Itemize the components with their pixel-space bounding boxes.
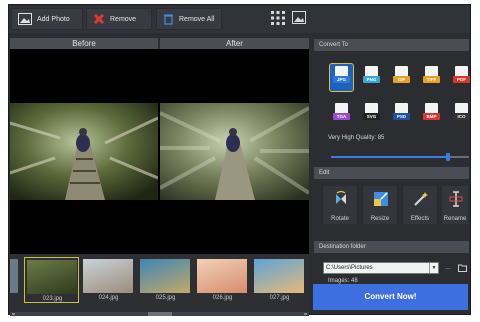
thumbnail-strip: 023.jpg 024.jpg 025.jpg 026.jpg 027.jpg [10, 254, 309, 312]
remove-all-label: Remove All [179, 15, 215, 23]
rename-label: Rename [443, 216, 467, 222]
quality-slider-fill [331, 156, 448, 158]
thumbnail-filename: 024.jpg [98, 295, 119, 301]
format-gif-button[interactable]: GIF [390, 64, 413, 91]
format-psd-button[interactable]: PSD [390, 101, 413, 128]
before-header: Before [10, 38, 158, 49]
format-label: PSD [393, 113, 410, 120]
thumbnail-image [254, 259, 304, 293]
rotate-label: Rotate [331, 216, 349, 222]
format-label: TIFF [423, 76, 440, 83]
grid-view-icon[interactable] [271, 11, 287, 27]
convert-to-header: Convert To [314, 39, 469, 51]
resize-label: Resize [370, 216, 390, 222]
before-photo [10, 103, 158, 200]
thumbnail-image [27, 260, 77, 294]
thumbnail-partial-left[interactable] [10, 259, 18, 293]
browse-button[interactable]: ... [442, 262, 454, 274]
rotate-icon [336, 191, 346, 204]
app-window: Add Photo Remove Remove All Before After [8, 4, 473, 316]
thumbnail-item[interactable]: 023.jpg [24, 257, 79, 303]
format-label: PDF [453, 76, 470, 83]
format-label: TGA [333, 113, 350, 120]
magic-wand-icon [414, 192, 428, 206]
thumbnail-item[interactable]: 026.jpg [195, 257, 250, 303]
format-label: PNG [363, 76, 380, 83]
effects-button[interactable]: Effects [402, 185, 438, 225]
scroll-right-icon[interactable] [304, 313, 307, 315]
format-label: BMP [423, 113, 440, 120]
add-photo-button[interactable]: Add Photo [11, 8, 83, 30]
thumbnail-scrollbar[interactable] [10, 312, 309, 316]
after-photo [160, 103, 309, 200]
convert-now-button[interactable]: Convert Now! [313, 284, 468, 310]
rotate-button[interactable]: Rotate [322, 185, 358, 225]
thumbnail-image [140, 259, 190, 293]
thumbnail-filename: 023.jpg [42, 296, 63, 302]
remove-icon [93, 13, 105, 25]
scroll-left-icon[interactable] [12, 313, 15, 315]
format-label: ICO [453, 113, 470, 120]
quality-slider-knob[interactable] [446, 153, 450, 161]
effects-label: Effects [410, 216, 430, 222]
rename-button[interactable]: Rename [441, 185, 469, 225]
format-ico-button[interactable]: ICO [450, 101, 473, 128]
thumbnail-filename: 026.jpg [212, 295, 233, 301]
format-svg-button[interactable]: SVG [360, 101, 383, 128]
remove-label: Remove [110, 15, 137, 23]
format-tga-button[interactable]: TGA [330, 101, 353, 128]
format-jpg-button[interactable]: JPG [329, 63, 354, 92]
thumbnail-item[interactable]: 024.jpg [81, 257, 136, 303]
thumbnail-image [197, 259, 247, 293]
trash-icon [163, 13, 174, 25]
destination-header: Destination folder [314, 241, 469, 253]
edit-header: Edit [314, 167, 469, 179]
format-label: JPG [333, 76, 350, 83]
rename-icon [449, 191, 463, 207]
resize-button[interactable]: Resize [362, 185, 398, 225]
remove-all-button[interactable]: Remove All [156, 8, 222, 30]
thumbnail-item[interactable]: 025.jpg [138, 257, 193, 303]
format-tiff-button[interactable]: TIFF [420, 64, 443, 91]
remove-button[interactable]: Remove [86, 8, 152, 30]
open-folder-icon[interactable] [456, 262, 468, 274]
destination-path-field[interactable]: C:\Users\Pictures ▼ [323, 262, 439, 274]
quality-label: Very High Quality: 85 [328, 135, 385, 141]
thumbnail-image [83, 259, 133, 293]
quality-slider[interactable] [331, 153, 469, 161]
format-png-button[interactable]: PNG [360, 64, 383, 91]
toolbar: Add Photo Remove Remove All [9, 5, 470, 33]
format-label: SVG [363, 113, 380, 120]
format-pdf-button[interactable]: PDF [450, 64, 473, 91]
format-bmp-button[interactable]: BMP [420, 101, 443, 128]
single-view-icon[interactable] [292, 11, 308, 27]
resize-icon [374, 192, 388, 206]
scroll-thumb[interactable] [148, 312, 172, 316]
thumbnail-item[interactable]: 027.jpg [252, 257, 307, 303]
after-header: After [160, 38, 309, 49]
add-photo-label: Add Photo [37, 15, 70, 23]
add-photo-icon [18, 13, 32, 25]
thumbnail-filename: 025.jpg [155, 295, 176, 301]
format-label: GIF [393, 76, 410, 83]
path-dropdown-icon[interactable]: ▼ [429, 263, 438, 273]
destination-path-text: C:\Users\Pictures [326, 265, 373, 271]
thumbnail-filename: 027.jpg [269, 295, 290, 301]
